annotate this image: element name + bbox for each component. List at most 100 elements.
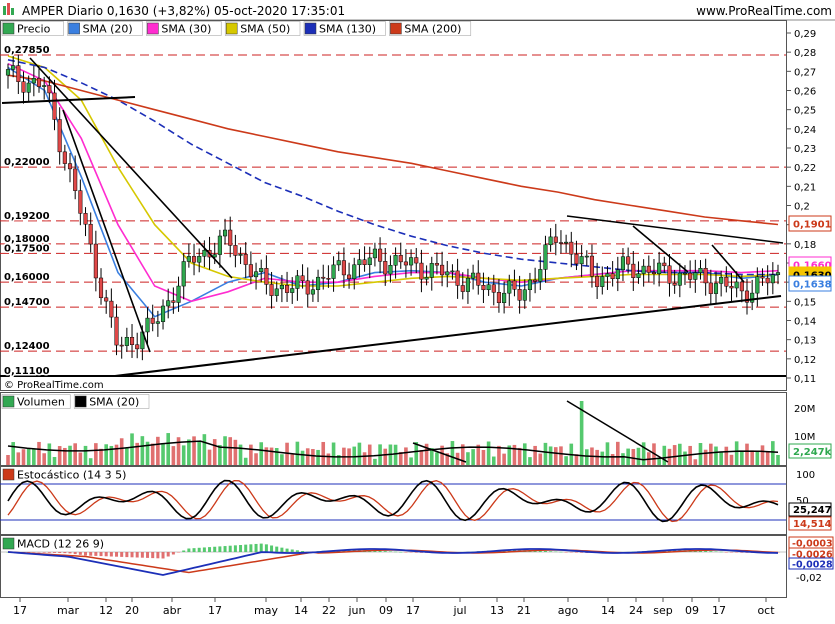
volume-bar[interactable]: [538, 453, 543, 465]
candle-body[interactable]: [579, 256, 584, 265]
candle-body[interactable]: [378, 248, 383, 262]
candle-body[interactable]: [88, 223, 93, 245]
macd-histogram-bar[interactable]: [378, 550, 382, 552]
macd-histogram-bar[interactable]: [63, 552, 67, 554]
candle-body[interactable]: [145, 317, 150, 333]
candle-body[interactable]: [517, 289, 522, 301]
candle-body[interactable]: [620, 256, 626, 271]
volume-bar[interactable]: [140, 436, 145, 465]
candle-body[interactable]: [688, 272, 693, 280]
macd-histogram-bar[interactable]: [218, 546, 222, 552]
volume-bar[interactable]: [383, 448, 388, 465]
candle-body[interactable]: [512, 280, 517, 290]
macd-histogram-bar[interactable]: [264, 544, 268, 552]
macd-histogram-bar[interactable]: [559, 551, 563, 553]
candle-body[interactable]: [129, 337, 135, 345]
volume-bar[interactable]: [771, 441, 775, 465]
candle-body[interactable]: [445, 271, 450, 276]
candle-body[interactable]: [398, 255, 403, 263]
volume-bar[interactable]: [295, 441, 300, 465]
candle-body[interactable]: [538, 269, 543, 282]
macd-histogram-bar[interactable]: [99, 552, 103, 557]
volume-bar[interactable]: [73, 443, 77, 465]
volume-bar[interactable]: [78, 452, 83, 465]
candle-body[interactable]: [424, 277, 429, 280]
candle-body[interactable]: [93, 243, 98, 279]
legend-item[interactable]: SMA (130): [303, 21, 386, 36]
candle-body[interactable]: [403, 261, 408, 266]
macd-histogram-bar[interactable]: [213, 546, 217, 552]
volume-bar[interactable]: [584, 449, 589, 465]
volume-bar[interactable]: [491, 456, 496, 465]
candle-body[interactable]: [615, 269, 620, 279]
candle-body[interactable]: [455, 270, 460, 286]
candle-body[interactable]: [558, 242, 564, 244]
candle-body[interactable]: [491, 284, 496, 293]
candle-body[interactable]: [651, 272, 657, 274]
volume-bar[interactable]: [357, 442, 362, 465]
volume-bar[interactable]: [636, 447, 641, 465]
candle-body[interactable]: [238, 254, 243, 256]
candle-body[interactable]: [16, 65, 21, 82]
macd-histogram-bar[interactable]: [549, 551, 553, 552]
candle-body[interactable]: [321, 276, 326, 279]
volume-bar[interactable]: [331, 442, 336, 465]
legend-item[interactable]: Volumen: [1, 394, 71, 409]
candle-body[interactable]: [300, 275, 305, 282]
macd-histogram-bar[interactable]: [724, 552, 728, 553]
candle-body[interactable]: [21, 81, 26, 93]
candle-body[interactable]: [383, 261, 388, 275]
candle-body[interactable]: [171, 300, 176, 303]
macd-histogram-bar[interactable]: [130, 552, 134, 558]
candle-body[interactable]: [166, 300, 171, 307]
macd-histogram-bar[interactable]: [233, 545, 237, 552]
volume-bar[interactable]: [393, 444, 398, 465]
volume-bar[interactable]: [197, 441, 202, 465]
volume-bar[interactable]: [662, 445, 667, 465]
candle-body[interactable]: [31, 78, 36, 84]
candle-body[interactable]: [336, 260, 341, 266]
macd-histogram-bar[interactable]: [574, 552, 578, 553]
volume-bar[interactable]: [300, 450, 305, 465]
volume-bar[interactable]: [740, 451, 744, 465]
macd-histogram-bar[interactable]: [125, 552, 129, 558]
macd-histogram-bar[interactable]: [569, 552, 573, 553]
candle-body[interactable]: [202, 249, 207, 257]
candle-body[interactable]: [98, 277, 104, 299]
volume-bar[interactable]: [156, 436, 160, 465]
candle-body[interactable]: [574, 253, 579, 265]
candle-body[interactable]: [228, 229, 233, 246]
volume-bar[interactable]: [176, 437, 181, 465]
candle-body[interactable]: [419, 262, 424, 280]
macd-histogram-bar[interactable]: [53, 552, 57, 553]
macd-histogram-bar[interactable]: [120, 552, 124, 557]
volume-bar[interactable]: [47, 443, 52, 465]
candle-body[interactable]: [682, 272, 688, 275]
volume-bar[interactable]: [760, 445, 765, 465]
legend-item[interactable]: MACD (12 26 9): [2, 538, 104, 551]
candle-body[interactable]: [264, 268, 269, 285]
macd-histogram-bar[interactable]: [383, 551, 387, 552]
candle-body[interactable]: [135, 344, 140, 350]
candle-body[interactable]: [564, 241, 569, 244]
candle-body[interactable]: [440, 264, 445, 276]
volume-bar[interactable]: [683, 451, 687, 465]
macd-histogram-bar[interactable]: [259, 543, 263, 552]
candle-body[interactable]: [11, 65, 16, 70]
candle-body[interactable]: [600, 276, 605, 287]
candle-body[interactable]: [42, 85, 47, 87]
candle-body[interactable]: [57, 119, 62, 153]
volume-bar[interactable]: [729, 454, 734, 465]
candle-body[interactable]: [481, 285, 486, 291]
candle-body[interactable]: [636, 273, 641, 278]
candle-body[interactable]: [191, 256, 197, 263]
volume-bar[interactable]: [548, 446, 553, 465]
candle-body[interactable]: [5, 69, 11, 76]
volume-bar[interactable]: [755, 450, 760, 465]
candle-body[interactable]: [502, 292, 507, 303]
macd-histogram-bar[interactable]: [554, 551, 558, 553]
macd-histogram-bar[interactable]: [140, 552, 144, 558]
volume-bar[interactable]: [259, 442, 264, 465]
legend-item[interactable]: Precio: [1, 21, 64, 36]
candle-body[interactable]: [646, 265, 651, 273]
